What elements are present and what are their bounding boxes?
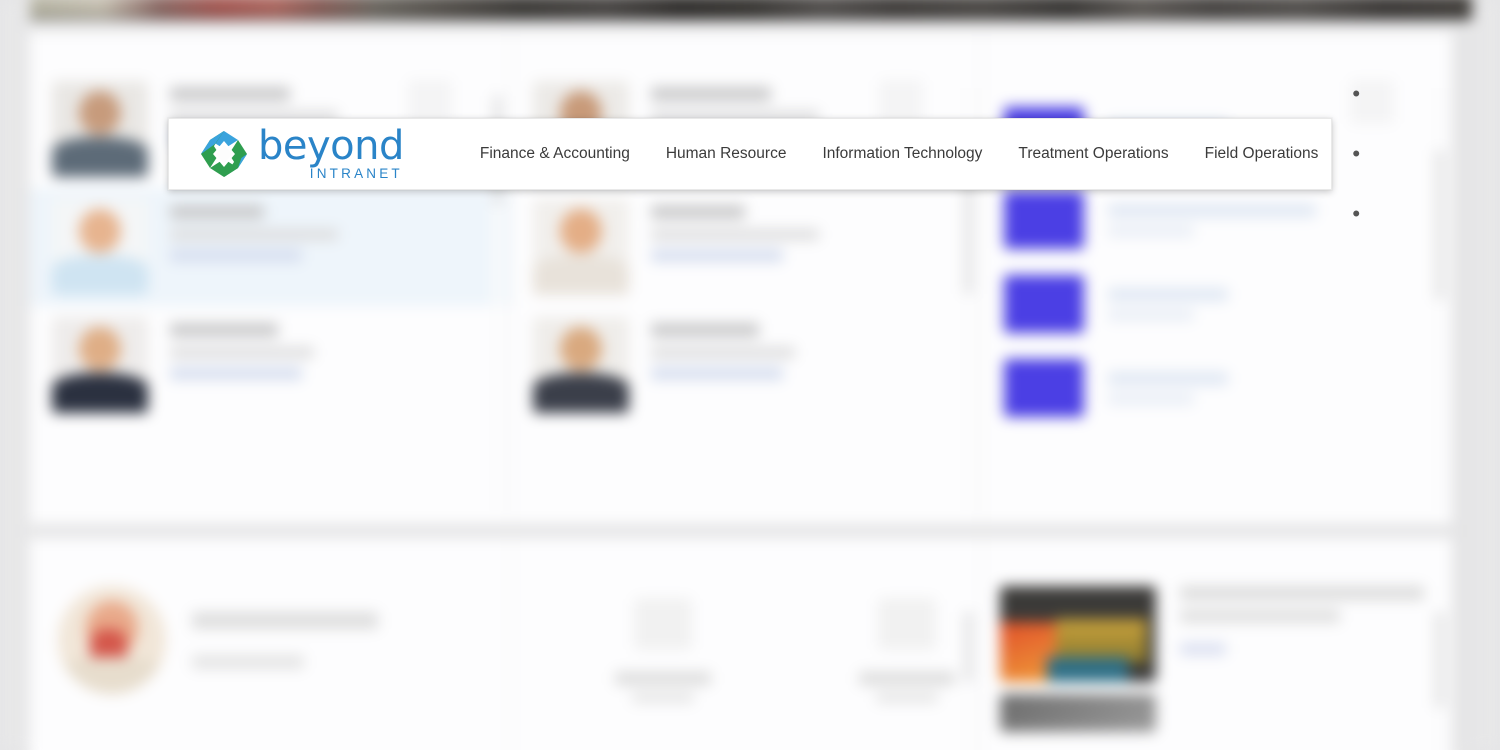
list-item[interactable] [511,306,981,424]
avatar [58,586,166,694]
nav-item-treatment-operations[interactable]: Treatment Operations [1000,118,1186,190]
event-text [1108,287,1228,321]
list-item[interactable] [982,346,1452,430]
scrollbar[interactable] [1435,608,1444,750]
profile-role [192,654,304,669]
person-name [170,87,290,101]
tile-icon [634,598,692,650]
person-role [651,347,795,358]
event-text [1108,371,1228,405]
person-role [170,229,338,240]
tile-sublabel [632,692,694,703]
scrollbar-thumb[interactable] [1435,150,1444,300]
avatar [52,81,148,177]
person-name [170,205,264,219]
news-thumbnail [1000,586,1156,682]
nav-item-human-resource[interactable]: Human Resource [648,118,805,190]
card-people-list-1[interactable] [30,32,510,524]
scrollbar-thumb[interactable] [1435,612,1444,708]
news-text [1180,586,1424,682]
list-item[interactable] [30,188,510,306]
screenshot-root: beyond INTRANET Finance & Accounting Hum… [0,0,1500,750]
card-title [982,538,1452,564]
card-title [30,538,510,564]
profile-meta [192,611,378,669]
nav-overflow-ellipsis-icon[interactable]: • • • [1336,64,1379,244]
tile-label [859,672,955,685]
beyond-diamond-logo-icon [201,131,247,177]
card-title [30,32,510,58]
brand-logo[interactable]: beyond INTRANET [169,123,404,181]
person-link[interactable] [170,249,302,262]
avatar [533,317,629,413]
nav-item-list: Finance & Accounting Human Resource Info… [462,64,1379,244]
nav-item-finance-accounting[interactable]: Finance & Accounting [462,118,648,190]
nav-item-field-operations[interactable]: Field Operations [1187,118,1337,190]
brand-wordmark: beyond INTRANET [258,123,404,181]
nav-item-information-technology[interactable]: Information Technology [804,118,1000,190]
card-body [30,58,510,424]
person-name [651,323,759,337]
card-title [982,32,1452,58]
list-item-meta [651,317,795,380]
avatar [52,199,148,295]
avatar [52,317,148,413]
card-title [511,32,981,58]
person-link[interactable] [651,367,783,380]
news-item[interactable] [982,682,1452,732]
person-link[interactable] [651,249,783,262]
hero-banner-image [30,0,1472,20]
card-quick-links[interactable] [511,538,981,750]
news-item[interactable] [982,564,1452,682]
quick-link-tile[interactable] [589,598,737,703]
list-item[interactable] [982,262,1452,346]
person-name [170,323,278,337]
tile-label [615,672,711,685]
tile-icon [878,598,936,650]
scrollbar[interactable] [964,608,973,750]
event-date-badge [1004,359,1084,417]
list-item-meta [170,199,338,262]
person-link[interactable] [170,367,302,380]
profile-name [192,611,378,629]
news-thumbnail [1000,694,1156,732]
row-gutter [30,524,1452,538]
scrollbar-thumb[interactable] [964,612,973,682]
list-item-meta [170,317,314,380]
event-date-badge [1004,275,1084,333]
scrollbar[interactable] [1435,88,1444,508]
list-item[interactable] [30,306,510,424]
global-navigation-bar[interactable]: beyond INTRANET Finance & Accounting Hum… [168,81,1360,226]
quick-link-tile[interactable] [833,598,981,703]
card-news[interactable] [982,538,1452,750]
brand-name: beyond [258,123,404,169]
profile-row[interactable] [30,564,510,694]
brand-tagline: INTRANET [309,166,403,181]
card-profile[interactable] [30,538,510,750]
tile-sublabel [876,692,938,703]
quick-link-tiles [511,564,981,703]
person-role [170,347,314,358]
card-title [511,538,981,564]
